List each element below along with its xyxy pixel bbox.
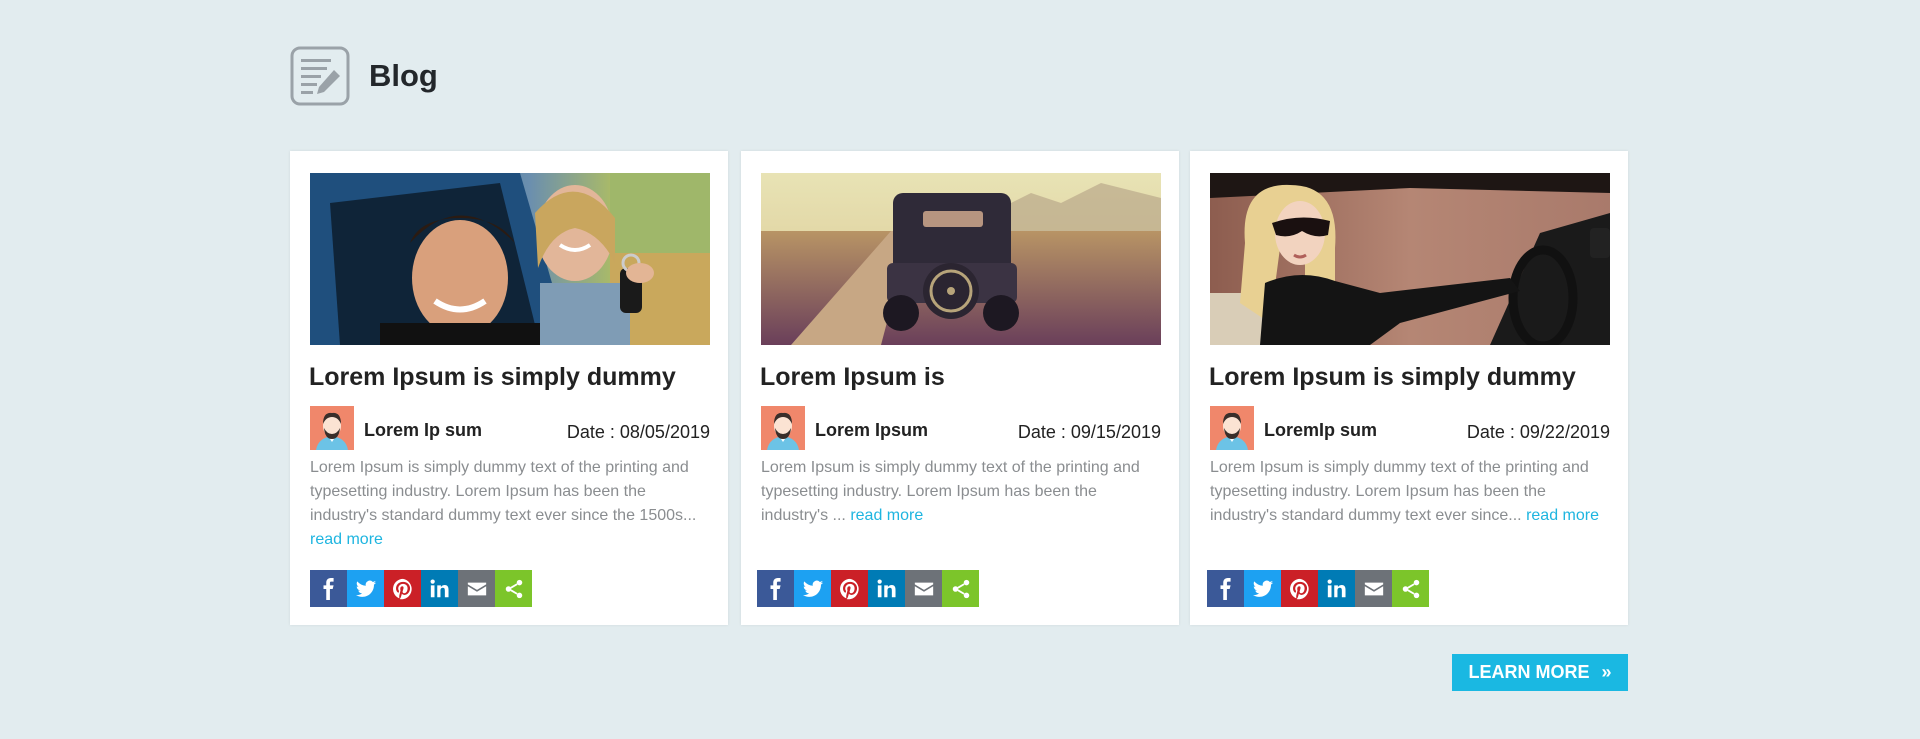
blog-card: Lorem Ipsum is Lorem Ipsum Date : 09/15/… <box>741 151 1179 625</box>
page-title: Blog <box>369 58 438 93</box>
email-icon[interactable] <box>905 570 942 607</box>
linkedin-icon[interactable] <box>868 570 905 607</box>
avatar <box>761 406 805 450</box>
post-excerpt: Lorem Ipsum is simply dummy text of the … <box>310 456 712 552</box>
post-date: Date : 09/22/2019 <box>1466 422 1610 442</box>
excerpt-text: Lorem Ipsum is simply dummy text of the … <box>761 459 1140 524</box>
couple-in-car-photo[interactable] <box>310 173 710 345</box>
facebook-icon[interactable] <box>757 570 794 607</box>
twitter-icon[interactable] <box>794 570 831 607</box>
author-name: Lorem Ip sum <box>364 420 483 440</box>
post-excerpt: Lorem Ipsum is simply dummy text of the … <box>761 456 1163 528</box>
woman-driving-photo[interactable] <box>1210 173 1610 345</box>
post-title[interactable]: Lorem Ipsum is simply dummy <box>309 363 676 392</box>
post-title[interactable]: Lorem Ipsum is <box>760 363 945 392</box>
twitter-icon[interactable] <box>1244 570 1281 607</box>
vintage-car-road-photo[interactable] <box>761 173 1161 345</box>
share-icon[interactable] <box>1392 570 1429 607</box>
read-more-link[interactable]: read more <box>850 507 923 524</box>
share-bar <box>757 570 979 607</box>
post-excerpt: Lorem Ipsum is simply dummy text of the … <box>1210 456 1612 528</box>
double-chevron-right-icon: » <box>1601 662 1612 682</box>
author-row: Lorem Ip sum Date : 08/05/2019 <box>310 406 710 450</box>
email-icon[interactable] <box>458 570 495 607</box>
share-bar <box>310 570 532 607</box>
linkedin-icon[interactable] <box>421 570 458 607</box>
blog-card: Lorem Ipsum is simply dummy LoremIp sum … <box>1190 151 1628 625</box>
twitter-icon[interactable] <box>347 570 384 607</box>
facebook-icon[interactable] <box>1207 570 1244 607</box>
facebook-icon[interactable] <box>310 570 347 607</box>
share-bar <box>1207 570 1429 607</box>
share-icon[interactable] <box>942 570 979 607</box>
author-row: Lorem Ipsum Date : 09/15/2019 <box>761 406 1161 450</box>
share-icon[interactable] <box>495 570 532 607</box>
learn-more-label: LEARN MORE <box>1468 662 1590 682</box>
avatar <box>1210 406 1254 450</box>
author-row: LoremIp sum Date : 09/22/2019 <box>1210 406 1610 450</box>
linkedin-icon[interactable] <box>1318 570 1355 607</box>
post-date: Date : 08/05/2019 <box>566 422 710 442</box>
blog-card: Lorem Ipsum is simply dummy Lorem Ip sum… <box>290 151 728 625</box>
read-more-link[interactable]: read more <box>310 531 383 548</box>
learn-more-button[interactable]: LEARN MORE » <box>1452 654 1628 691</box>
email-icon[interactable] <box>1355 570 1392 607</box>
author-name: LoremIp sum <box>1264 420 1378 440</box>
read-more-link[interactable]: read more <box>1526 507 1599 524</box>
pinterest-icon[interactable] <box>384 570 421 607</box>
excerpt-text: Lorem Ipsum is simply dummy text of the … <box>310 459 697 524</box>
post-title[interactable]: Lorem Ipsum is simply dummy <box>1209 363 1576 392</box>
avatar <box>310 406 354 450</box>
pinterest-icon[interactable] <box>1281 570 1318 607</box>
blog-edit-icon <box>290 46 350 106</box>
blog-header: Blog <box>290 46 438 106</box>
post-date: Date : 09/15/2019 <box>1017 422 1161 442</box>
pinterest-icon[interactable] <box>831 570 868 607</box>
author-name: Lorem Ipsum <box>815 420 929 440</box>
